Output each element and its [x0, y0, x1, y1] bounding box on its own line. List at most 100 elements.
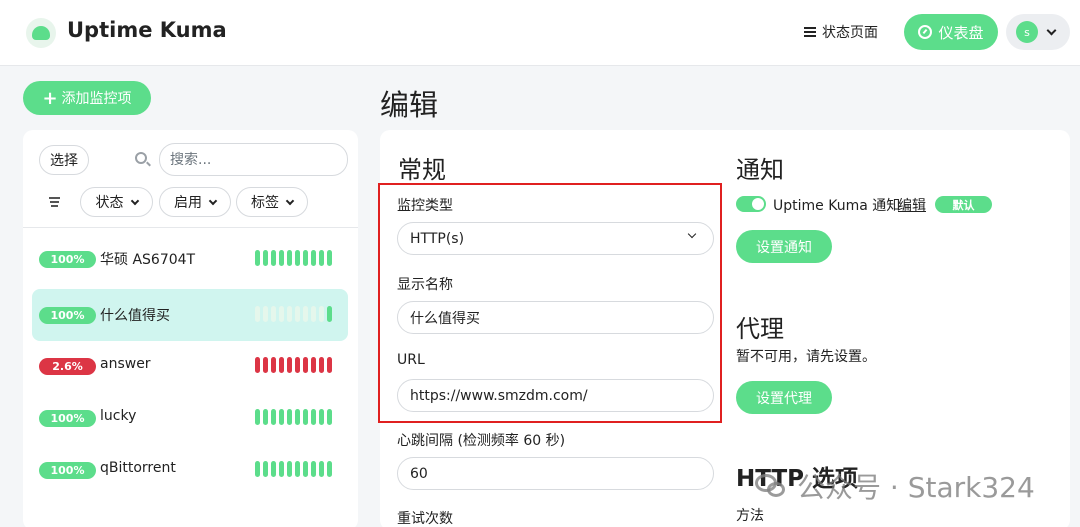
heartbeat-beat	[271, 461, 276, 477]
dashboard-button[interactable]: 仪表盘	[904, 14, 998, 50]
heartbeat-beat	[263, 409, 268, 425]
heartbeat-beat	[271, 357, 276, 373]
plus-icon: +	[42, 87, 58, 109]
retries-label: 重试次数	[397, 511, 453, 527]
monitor-list-panel: 选择 状态 启用 标签 100%华硕 AS6704T100%什么值得买2.6%a…	[23, 130, 358, 527]
add-monitor-label: 添加监控项	[61, 91, 132, 107]
heartbeat-beat	[303, 306, 308, 322]
gauge-icon	[918, 25, 933, 39]
filter-icon[interactable]	[49, 197, 60, 207]
heartbeat-beat	[263, 250, 268, 266]
select-button[interactable]: 选择	[39, 145, 89, 175]
list-icon	[804, 26, 816, 38]
chevron-down-icon	[208, 196, 218, 205]
heartbeat-beat	[311, 357, 316, 373]
chevron-down-icon	[285, 196, 295, 205]
chevron-down-icon	[130, 196, 139, 205]
heartbeat-beat	[311, 306, 316, 322]
monitor-list-item[interactable]: 100% qBittorrent	[32, 444, 348, 496]
heartbeat-beat	[319, 409, 324, 425]
status-page-link[interactable]: 状态页面	[804, 22, 878, 42]
filter-enabled-dropdown[interactable]: 启用	[159, 187, 231, 217]
monitor-name: answer	[100, 356, 151, 372]
uptime-badge: 100%	[39, 410, 96, 427]
notification-section-title: 通知	[736, 156, 784, 184]
heartbeat-beat	[319, 357, 324, 373]
heartbeat-value: 60	[410, 465, 428, 482]
notification-edit-link[interactable]: 编辑	[898, 195, 926, 215]
filter-tags-dropdown[interactable]: 标签	[236, 187, 308, 217]
heartbeat-input[interactable]: 60	[397, 457, 714, 490]
monitor-name: lucky	[100, 408, 137, 424]
heartbeat-beat	[319, 250, 324, 266]
heartbeat-beat	[255, 306, 260, 322]
monitor-list-item[interactable]: 100% 华硕 AS6704T	[32, 233, 348, 285]
heartbeat-beat	[303, 461, 308, 477]
proxy-section-title: 代理	[736, 315, 784, 343]
uptime-badge: 100%	[39, 251, 96, 268]
notification-toggle[interactable]	[736, 196, 766, 212]
heartbeat-beat	[271, 250, 276, 266]
divider	[23, 227, 358, 228]
heartbeat-beat	[279, 250, 284, 266]
heartbeat-beat	[287, 461, 292, 477]
uptime-kuma-logo-icon[interactable]	[26, 18, 56, 48]
heartbeat-beat	[263, 461, 268, 477]
search-input[interactable]	[159, 143, 348, 176]
page-title: 编辑	[380, 88, 439, 122]
heartbeat-beat	[279, 357, 284, 373]
heartbeat-beat	[295, 357, 300, 373]
heartbeat-beat	[319, 306, 324, 322]
profile-menu[interactable]: s	[1006, 14, 1070, 50]
heartbeat-beat	[295, 409, 300, 425]
uptime-badge: 100%	[39, 307, 96, 324]
monitor-list-item[interactable]: 100% lucky	[32, 392, 348, 444]
heartbeat-beat	[311, 461, 316, 477]
search-icon	[135, 152, 147, 164]
monitor-name: qBittorrent	[100, 460, 176, 476]
heartbeat-beat	[327, 357, 332, 373]
setup-proxy-button[interactable]: 设置代理	[736, 381, 832, 414]
heartbeat-beat	[287, 250, 292, 266]
heartbeat-beat	[311, 409, 316, 425]
heartbeat-beat	[263, 357, 268, 373]
setup-notification-button[interactable]: 设置通知	[736, 230, 832, 263]
heartbeat-beat	[255, 461, 260, 477]
heartbeat-beat	[271, 409, 276, 425]
status-page-label: 状态页面	[822, 25, 878, 41]
monitor-name: 华硕 AS6704T	[100, 252, 196, 268]
filter-tags-label: 标签	[251, 195, 279, 211]
monitor-name: 什么值得买	[100, 308, 170, 324]
heartbeat-beat	[287, 357, 292, 373]
avatar: s	[1016, 21, 1038, 43]
monitor-list-item[interactable]: 2.6% answer	[32, 340, 348, 392]
heartbeat-beat	[295, 306, 300, 322]
heartbeat-beat	[255, 250, 260, 266]
heartbeat-beat	[311, 250, 316, 266]
monitor-list-item[interactable]: 100% 什么值得买	[32, 289, 348, 341]
heartbeat-beat	[279, 409, 284, 425]
brand-title[interactable]: Uptime Kuma	[67, 18, 227, 42]
method-label: 方法	[736, 508, 764, 524]
add-monitor-button[interactable]: + 添加监控项	[23, 81, 151, 115]
heartbeat-beat	[255, 357, 260, 373]
filter-status-dropdown[interactable]: 状态	[80, 187, 153, 217]
heartbeat-beat	[303, 357, 308, 373]
proxy-unavailable-text: 暂不可用，请先设置。	[736, 349, 876, 365]
heartbeat-beat	[303, 409, 308, 425]
heartbeat-beat	[279, 306, 284, 322]
heartbeat-beat	[279, 461, 284, 477]
heartbeat-beat	[255, 409, 260, 425]
uptime-badge: 2.6%	[39, 358, 96, 375]
heartbeat-beat	[263, 306, 268, 322]
heartbeat-beat	[327, 306, 332, 322]
chevron-down-icon	[1046, 25, 1057, 35]
highlight-annotation-box	[378, 183, 722, 423]
dashboard-label: 仪表盘	[938, 23, 984, 42]
heartbeat-beat	[287, 409, 292, 425]
default-badge: 默认	[935, 196, 992, 213]
watermark-text: 公众号 · Stark324	[797, 471, 1035, 504]
heartbeat-beat	[295, 250, 300, 266]
heartbeat-beat	[303, 250, 308, 266]
heartbeat-beat	[271, 306, 276, 322]
